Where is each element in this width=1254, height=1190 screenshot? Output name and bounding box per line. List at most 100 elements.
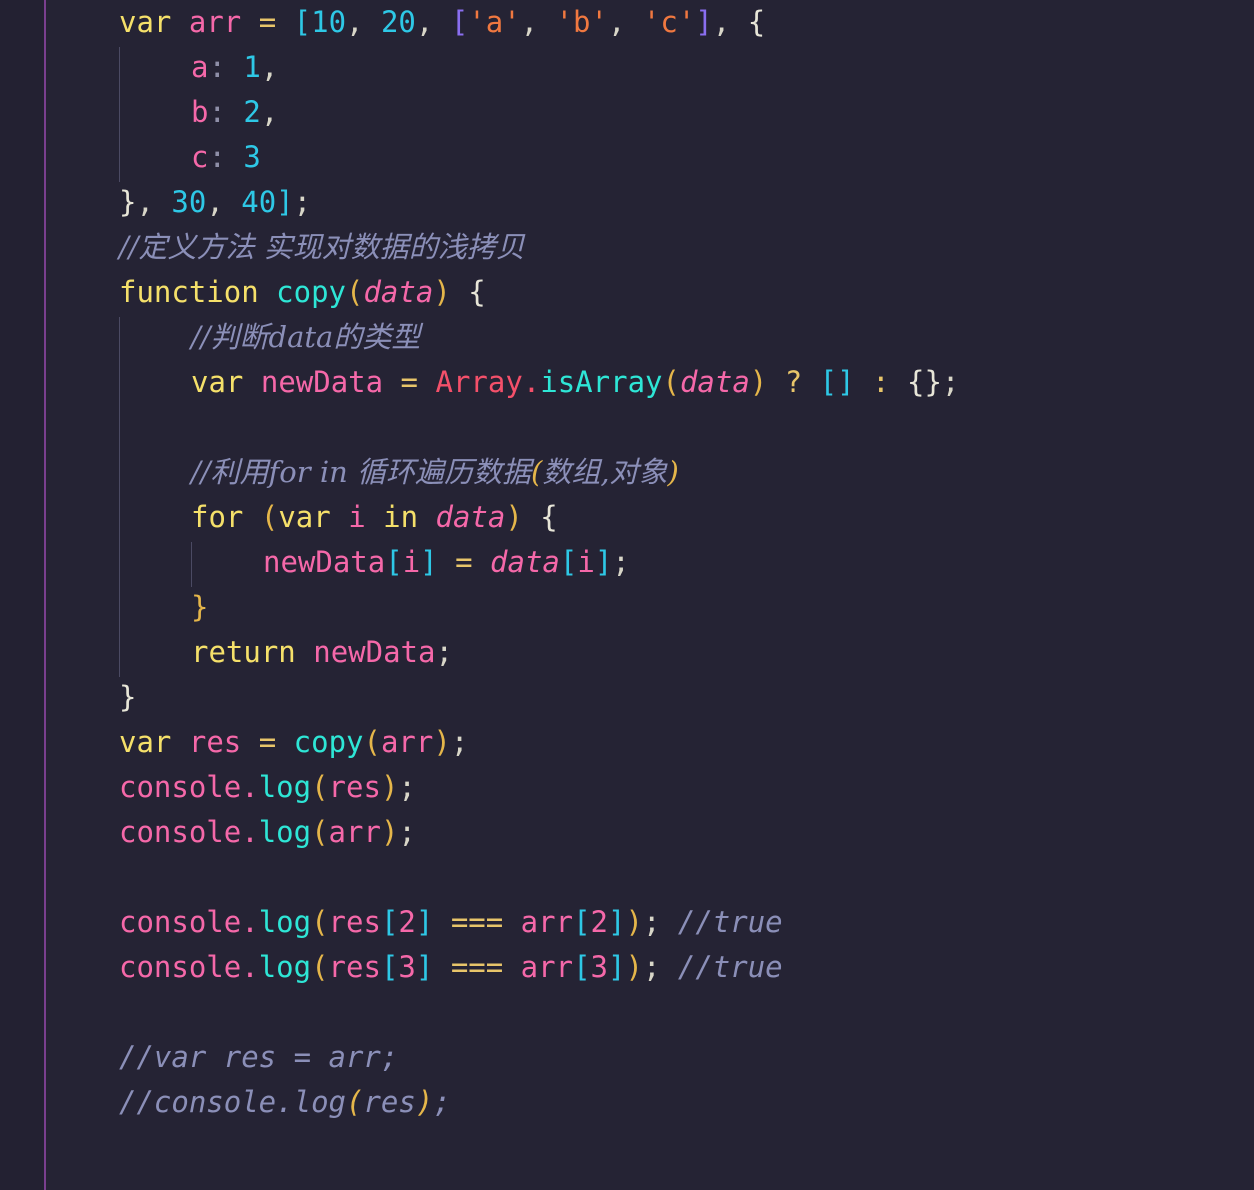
code-line[interactable]: function copy(data) { [0,270,1254,315]
token-semicolon: ; [435,635,453,669]
token-method-log: log [258,950,312,984]
token-identifier-i: i [348,500,366,534]
token-keyword-var: var [119,5,172,39]
comment-define-method: //定义方法 实现对数据的浅拷贝 [119,230,525,264]
code-line[interactable]: }, 30, 40]; [0,180,1254,225]
token-index-2: 2 [590,905,608,939]
token-colon: : [208,140,244,174]
code-line[interactable]: a: 1, [0,45,1254,90]
code-line-blank[interactable] [0,405,1254,450]
token-bracket-open: [ [385,545,403,579]
token-method-log: log [258,770,312,804]
token-paren-open: ( [311,815,329,849]
token-method-isarray: isArray [540,365,663,399]
code-line[interactable]: //利用for in 循环遍历数据(数组,对象) [0,450,1254,495]
token-bracket-open-array: [ [293,5,312,39]
code-content[interactable]: var arr = [10, 20, ['a', 'b', 'c'], { a:… [0,0,1254,1190]
token-comma: , [136,185,172,219]
code-line[interactable]: //定义方法 实现对数据的浅拷贝 [0,225,1254,270]
token-empty-array-literal: [] [819,365,855,399]
token-bracket-close: ] [415,950,434,984]
code-line[interactable]: //判断data的类型 [0,315,1254,360]
token-bracket-close: ] [608,950,626,984]
code-line[interactable]: return newData; [0,630,1254,675]
comment-for-in-loop: //利用for in 循环遍历数据 [191,455,531,489]
comment-paren-close: ) [667,455,679,489]
code-line-blank[interactable] [0,855,1254,900]
token-identifier-arr: arr [380,725,434,759]
token-identifier-arr: arr [188,5,242,39]
token-parameter-data: data [679,365,750,399]
token-identifier-newdata: newData [313,635,436,669]
token-parameter-data: data [435,500,506,534]
code-line[interactable]: var res = copy(arr); [0,720,1254,765]
code-editor[interactable]: var arr = [10, 20, ['a', 'b', 'c'], { a:… [0,0,1254,1190]
token-keyword-for: for [191,500,244,534]
token-semicolon: ; [612,545,630,579]
token-identifier-res: res [328,905,381,939]
token-string-b: 'b' [555,5,608,39]
token-semicolon: ; [293,185,312,219]
token-empty-object-literal: {} [907,365,942,399]
token-function-name-copy: copy [276,275,346,309]
token-paren-open: ( [260,500,279,534]
code-line-blank[interactable] [0,990,1254,1035]
token-identifier-i: i [577,545,595,579]
token-semicolon: ; [450,725,469,759]
token-number-3: 3 [243,140,261,174]
token-bracket-open: [ [573,950,591,984]
token-bracket-open: [ [573,905,591,939]
token-bracket-open: [ [380,950,399,984]
token-brace-open-for: { [540,500,558,534]
code-line[interactable]: console.log(arr); [0,810,1254,855]
comment-var-res-arr: //var res = arr; [119,1040,399,1074]
code-line[interactable]: console.log(res); [0,765,1254,810]
token-function-call-copy: copy [293,725,364,759]
token-brace-close-object: } [119,185,137,219]
code-line[interactable]: newData[i] = data[i]; [0,540,1254,585]
token-paren-close: ) [749,365,768,399]
token-paren-open: ( [311,950,329,984]
token-operator-assign: = [455,545,473,579]
token-object-key-c: c [191,140,209,174]
comment-console-log-res-part3: res [363,1085,416,1119]
code-line[interactable]: c: 3 [0,135,1254,180]
token-comma: , [607,5,643,39]
code-line[interactable]: } [0,675,1254,720]
token-bracket-close: ] [420,545,438,579]
token-dot: . [241,815,259,849]
token-dot: . [241,950,259,984]
code-line[interactable]: //console.log(res); [0,1080,1254,1125]
code-line[interactable]: //var res = arr; [0,1035,1254,1080]
code-line[interactable]: var newData = Array.isArray(data) ? [] :… [0,360,1254,405]
code-line[interactable]: for (var i in data) { [0,495,1254,540]
code-line[interactable]: var arr = [10, 20, ['a', 'b', 'c'], { [0,0,1254,45]
token-semicolon: ; [642,905,661,939]
code-line[interactable]: console.log(res[3] === arr[3]); //true [0,945,1254,990]
code-line[interactable]: console.log(res[2] === arr[2]); //true [0,900,1254,945]
token-brace-close-for: } [191,590,209,624]
token-bracket-close: ] [415,905,434,939]
token-identifier-arr: arr [520,950,574,984]
token-operator-assign: = [258,725,277,759]
token-object-key-b: b [191,95,209,129]
code-line[interactable]: b: 2, [0,90,1254,135]
token-identifier-console: console [119,950,242,984]
token-comma: , [520,5,556,39]
token-index-3: 3 [590,950,608,984]
token-keyword-var: var [191,365,244,399]
code-line[interactable]: } [0,585,1254,630]
